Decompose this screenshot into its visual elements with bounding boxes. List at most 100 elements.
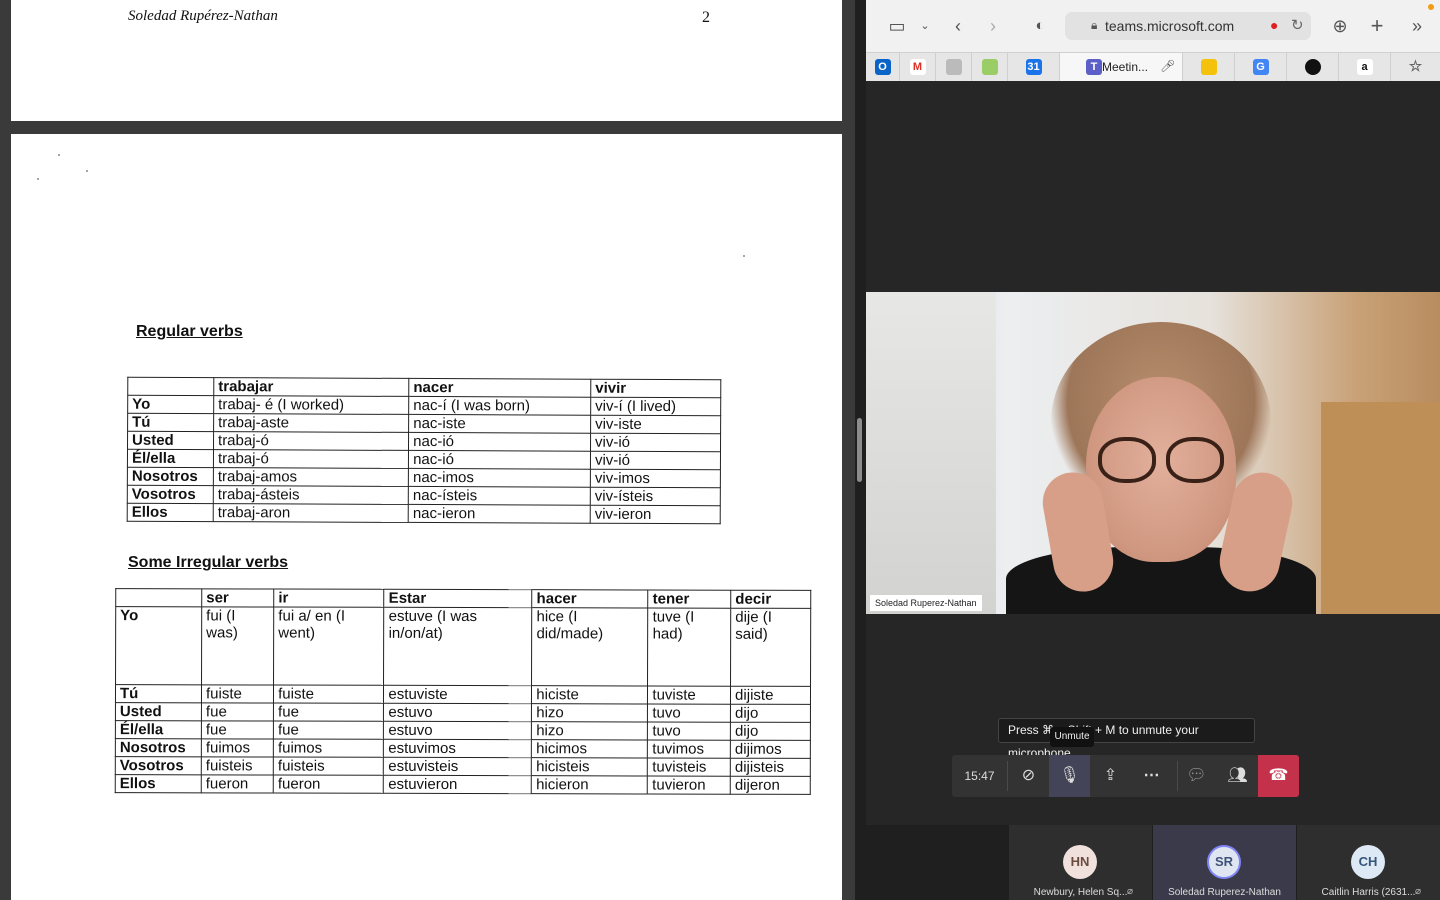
conjugation-cell: trabaj-aste	[213, 413, 409, 433]
microphone-muted-icon[interactable]: 🎙︎	[1049, 755, 1090, 797]
column-header: hacer	[532, 589, 649, 608]
participant-name: Soledad Ruperez-Nathan	[1168, 887, 1281, 898]
tab-gmail[interactable]: M	[900, 53, 936, 81]
conjugation-cell: fueron	[273, 775, 384, 794]
outlook-icon: O	[874, 59, 891, 75]
conjugation-cell: tuvo	[647, 721, 731, 741]
column-header: nacer	[408, 378, 591, 398]
sidebar-toggle-icon[interactable]: ▭	[886, 14, 908, 38]
scan-speck	[86, 170, 88, 172]
lock-icon: 🔒︎	[1091, 18, 1098, 32]
conjugation-cell: hiciste	[531, 685, 648, 704]
conjugation-cell: viv-ió	[590, 433, 721, 452]
glasses-lens-left	[1098, 437, 1156, 483]
column-header: ser	[201, 588, 274, 608]
regular-verbs-table: trabajar nacer vivir Yo trabaj- é (I worked)…	[127, 377, 722, 525]
teams-icon: T	[1086, 59, 1102, 75]
video-background-wall	[866, 292, 996, 614]
conjugation-cell: viv-imos	[590, 469, 721, 488]
star-icon: ☆	[1408, 58, 1423, 75]
video-background-door	[1321, 402, 1440, 614]
table-row: Usted fue fue estuvo hizo tuvo dijo	[115, 702, 811, 723]
gmail-icon: M	[909, 59, 926, 75]
hang-up-button[interactable]: ☎︎	[1258, 755, 1299, 797]
column-header: ir	[273, 589, 385, 608]
screen: Soledad Rupérez-Nathan 2 Regular verbs t…	[0, 0, 1440, 900]
address-bar[interactable]: 🔒︎ teams.microsoft.com ● ↻	[1065, 12, 1311, 40]
conjugation-cell: tuviste	[647, 685, 731, 705]
overflow-icon[interactable]: »	[1406, 14, 1428, 38]
conjugation-cell: dije (I said)	[730, 608, 811, 687]
meeting-stage: Soledad Ruperez-Nathan Press ⌘ + Shift +…	[866, 81, 1440, 825]
participant-tile[interactable]: SR Soledad Ruperez-Nathan	[1153, 825, 1296, 900]
conjugation-cell: viv-ieron	[590, 505, 721, 524]
pronoun-cell: Yo	[127, 395, 214, 414]
mic-off-icon: ⌀	[1127, 886, 1134, 897]
pronoun-cell: Vosotros	[127, 485, 214, 504]
table-row: Yo fui (I was) fui a/ en (I went) estuve (I…	[115, 606, 811, 687]
participant-tile[interactable]: HN Newbury, Helen Sq... ⌀	[1009, 825, 1152, 900]
scrollbar-thumb[interactable]	[857, 418, 862, 482]
conjugation-cell: fuisteis	[201, 756, 274, 776]
conjugation-cell: dijeron	[730, 776, 811, 795]
tab-calendar[interactable]: 31	[1008, 53, 1060, 81]
table-row: Ellos trabaj-aron nac-ieron viv-ieron	[127, 503, 721, 524]
speaker-glasses	[1098, 437, 1228, 485]
microphone-in-use-icon[interactable]: ●	[1270, 17, 1278, 33]
tab-github[interactable]	[1287, 53, 1339, 81]
mic-off-icon: ⌀	[1415, 886, 1422, 897]
page-header-author: Soledad Rupérez-Nathan	[128, 8, 278, 24]
conjugation-cell: fuiste	[201, 684, 274, 704]
chat-icon[interactable]: 💬︎	[1176, 755, 1217, 797]
conjugation-cell: trabaj-ó	[213, 431, 409, 451]
conjugation-cell: tuvieron	[647, 775, 731, 795]
pronoun-cell: Tú	[115, 684, 202, 703]
download-icon[interactable]: ⊕	[1329, 14, 1351, 38]
conjugation-cell: nac-ísteis	[408, 486, 591, 506]
bookmark-star[interactable]: ☆	[1391, 53, 1440, 81]
column-header: Estar	[384, 589, 533, 608]
conjugation-cell: hicisteis	[531, 757, 648, 776]
pronoun-cell: Ellos	[115, 774, 202, 793]
speaker-video[interactable]: Soledad Ruperez-Nathan	[866, 292, 1440, 614]
document-viewer[interactable]: Soledad Rupérez-Nathan 2 Regular verbs t…	[0, 0, 855, 900]
conjugation-cell: viv-iste	[590, 415, 721, 434]
call-controls: 15:47 ⊘ 🎙︎ ⇪ ⋯ 💬︎ 👥︎ ☎︎	[952, 755, 1299, 797]
more-options-icon[interactable]: ⋯	[1131, 755, 1172, 797]
conjugation-cell: tuvo	[647, 703, 731, 723]
new-tab-icon[interactable]: +	[1366, 14, 1388, 38]
tab-site[interactable]	[936, 53, 972, 81]
conjugation-cell: nac-ieron	[408, 504, 591, 524]
conjugation-cell: estuviste	[383, 685, 532, 704]
tab-amazon[interactable]: a	[1339, 53, 1391, 81]
conjugation-cell: estuvieron	[383, 775, 532, 794]
column-header: trabajar	[213, 377, 409, 397]
translate-icon: G	[1252, 59, 1269, 75]
camera-off-icon[interactable]: ⊘	[1008, 755, 1049, 797]
browser-toolbar: ▭ ⌄ ‹ › ◐ 🔒︎ teams.microsoft.com ● ↻ ⊕ +…	[866, 0, 1440, 52]
tab-keep[interactable]	[1183, 53, 1235, 81]
conjugation-cell: hizo	[531, 721, 648, 740]
conjugation-cell: trabaj-aron	[213, 503, 409, 523]
participant-avatar: SR	[1207, 845, 1241, 879]
document-page-2: Regular verbs trabajar nacer vivir Yo trabaj…	[11, 134, 842, 900]
shield-icon[interactable]: ◐	[1030, 14, 1050, 38]
forward-icon[interactable]: ›	[983, 14, 1003, 38]
tab-outlook[interactable]: O	[866, 53, 900, 81]
speaker-name-tag: Soledad Ruperez-Nathan	[870, 595, 982, 611]
conjugation-cell: viv-í (I lived)	[590, 397, 721, 416]
tab-translate[interactable]: G	[1235, 53, 1287, 81]
share-screen-icon[interactable]: ⇪	[1090, 755, 1131, 797]
participants-icon[interactable]: 👥︎	[1217, 755, 1258, 797]
back-icon[interactable]: ‹	[948, 14, 968, 38]
tab-teams-meeting[interactable]: T Meetin... 🎤︎	[1060, 53, 1183, 81]
chevron-down-icon[interactable]: ⌄	[918, 14, 932, 38]
tab-maps[interactable]	[972, 53, 1008, 81]
reload-icon[interactable]: ↻	[1291, 16, 1304, 34]
conjugation-cell: hizo	[531, 703, 648, 722]
participant-avatar: HN	[1063, 845, 1097, 879]
pronoun-cell: Él/ella	[127, 449, 214, 468]
column-header: decir	[730, 590, 811, 609]
conjugation-cell: fue	[273, 721, 384, 740]
participant-tile[interactable]: CH Caitlin Harris (2631... ⌀	[1297, 825, 1440, 900]
